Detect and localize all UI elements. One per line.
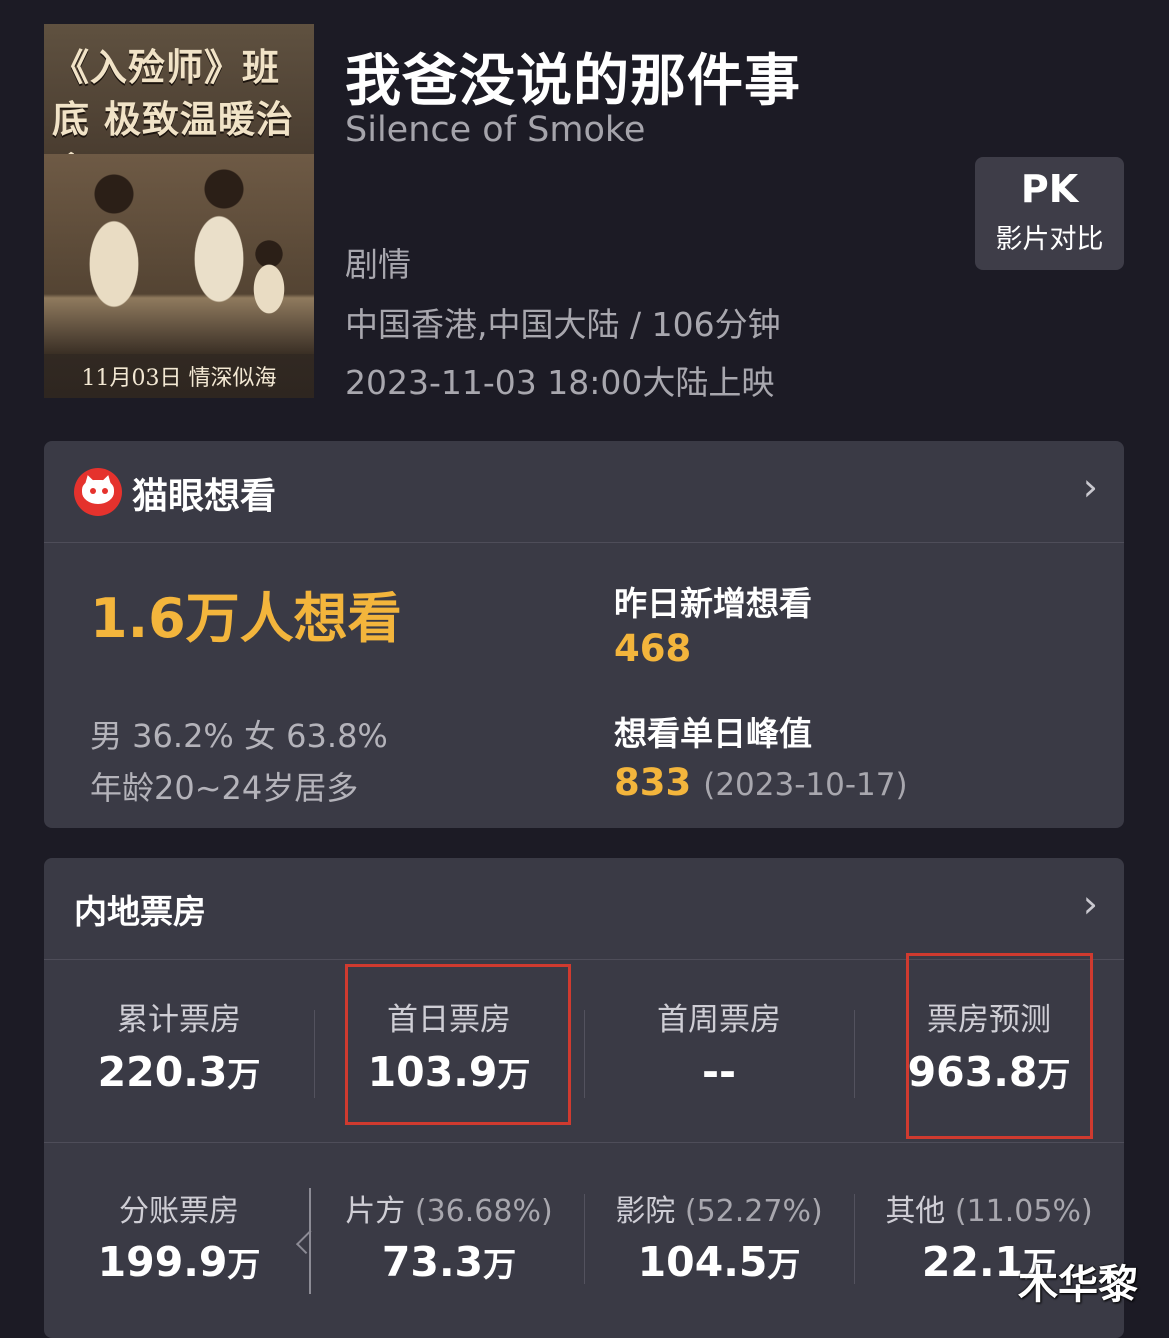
box-office-title: 内地票房	[74, 892, 206, 931]
peak-wish-date: (2023-10-17)	[703, 767, 908, 803]
stat-value: 220.3万	[97, 1048, 261, 1096]
wish-gender-ratio: 男 36.2% 女 63.8%	[90, 717, 388, 755]
peak-wish-number: 833	[614, 761, 692, 804]
wish-card-title: 猫眼想看	[132, 476, 277, 517]
new-wish-label: 昨日新增想看	[614, 584, 812, 623]
movie-title: 我爸没说的那件事	[345, 49, 801, 114]
box-office-header[interactable]: 内地票房 ›	[44, 858, 1124, 960]
stat-value: 963.8万	[907, 1048, 1071, 1096]
stat-label: 首周票房	[657, 1002, 781, 1038]
box-office-summary-row: 累计票房 220.3万 首日票房 103.9万 首周票房 -- 票房预测 963…	[44, 960, 1124, 1143]
movie-poster[interactable]: 《入殓师》班底 极致温暖治愈 11月03日 情深似海	[44, 24, 314, 398]
stat-value: 199.9万	[97, 1238, 261, 1286]
stat-cinema-share[interactable]: 影院 (52.27%) 104.5万	[584, 1142, 854, 1338]
stat-label: 累计票房	[117, 1002, 241, 1038]
box-office-card: 内地票房 › 累计票房 220.3万 首日票房 103.9万 首周票房 -- 票…	[44, 858, 1124, 1338]
peak-wish-value: 833 (2023-10-17)	[614, 761, 908, 804]
stat-split-total[interactable]: 分账票房 199.9万	[44, 1142, 314, 1338]
stat-label: 分账票房	[119, 1194, 239, 1229]
stat-label: 票房预测	[927, 1002, 1051, 1038]
stat-label: 其他 (11.05%)	[885, 1194, 1093, 1229]
peak-wish-label: 想看单日峰值	[614, 714, 812, 753]
pk-sub-label: 影片对比	[995, 224, 1104, 255]
stat-value: 73.3万	[381, 1238, 517, 1286]
pk-compare-button[interactable]: PK 影片对比	[975, 157, 1124, 270]
movie-region-duration: 中国香港,中国大陆 / 106分钟	[345, 305, 781, 344]
wish-total: 1.6万人想看	[90, 587, 402, 650]
stat-first-week[interactable]: 首周票房 --	[584, 960, 854, 1142]
new-wish-value: 468	[614, 627, 692, 670]
pk-label: PK	[1020, 167, 1079, 211]
stat-value: 104.5万	[637, 1238, 801, 1286]
stat-label: 首日票房	[387, 1002, 511, 1038]
movie-genre: 剧情	[345, 245, 411, 284]
stat-first-day[interactable]: 首日票房 103.9万	[314, 960, 584, 1142]
maoyan-cat-icon	[74, 468, 122, 516]
movie-title-english: Silence of Smoke	[345, 110, 646, 150]
chevron-right-icon[interactable]: ›	[1083, 882, 1098, 926]
stat-forecast[interactable]: 票房预测 963.8万	[854, 960, 1124, 1142]
watermark: 木华黎	[1018, 1262, 1138, 1308]
poster-scene-image	[44, 154, 314, 354]
wish-age-group: 年龄20~24岁居多	[90, 769, 359, 807]
poster-date: 11月03日 情深似海	[81, 366, 277, 391]
wish-card-header[interactable]: 猫眼想看 ›	[44, 441, 1124, 543]
stat-producer-share[interactable]: 片方 (36.68%) 73.3万	[314, 1142, 584, 1338]
stat-cumulative[interactable]: 累计票房 220.3万	[44, 960, 314, 1142]
wish-card: 猫眼想看 › 1.6万人想看 男 36.2% 女 63.8% 年龄20~24岁居…	[44, 441, 1124, 828]
stat-label: 影院 (52.27%)	[615, 1194, 823, 1229]
movie-release: 2023-11-03 18:00大陆上映	[345, 363, 775, 402]
stat-label: 片方 (36.68%)	[345, 1194, 553, 1229]
stat-value: --	[701, 1048, 737, 1096]
box-office-split-row: 分账票房 199.9万 片方 (36.68%) 73.3万 影院 (52.27%…	[44, 1142, 1124, 1338]
chevron-right-icon[interactable]: ›	[1083, 465, 1098, 509]
stat-value: 103.9万	[367, 1048, 531, 1096]
